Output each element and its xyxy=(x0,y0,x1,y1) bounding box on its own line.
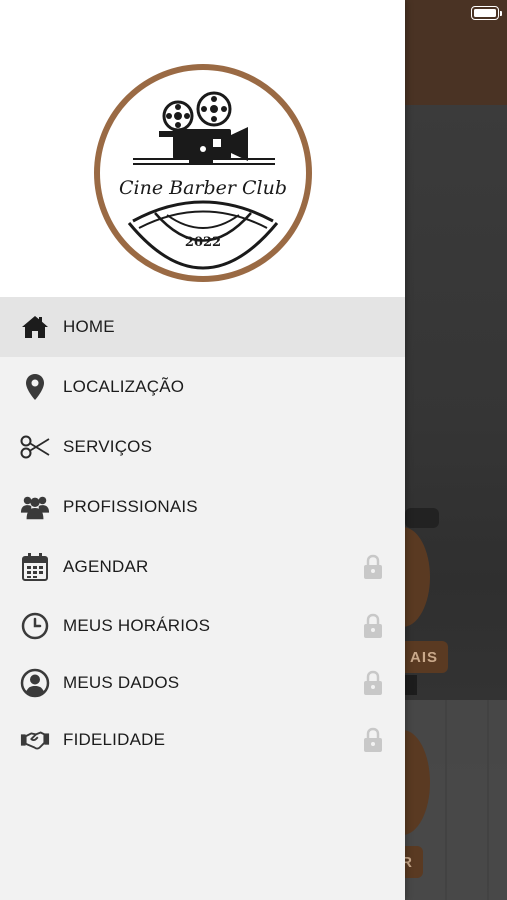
menu-item-schedule[interactable]: AGENDAR xyxy=(0,537,405,597)
home-icon xyxy=(20,312,50,342)
menu-item-my-data[interactable]: MEUS DADOS xyxy=(0,654,405,711)
logo-year-text: 2022 xyxy=(185,235,221,250)
background-chair-base xyxy=(405,675,417,695)
menu-item-home[interactable]: HOME xyxy=(0,297,405,357)
logo-brand-text: Cine Barber Club xyxy=(119,177,287,199)
menu-item-loyalty[interactable]: FIDELIDADE xyxy=(0,711,405,769)
menu-item-label: FIDELIDADE xyxy=(63,730,166,749)
menu-item-label: HOME xyxy=(63,317,115,336)
people-icon xyxy=(20,492,50,522)
menu-item-label: PROFISSIONAIS xyxy=(63,497,198,516)
calendar-icon xyxy=(20,552,50,582)
menu-item-label: SERVIÇOS xyxy=(63,437,153,456)
cine-barber-club-logo: Cine Barber Club 2022 xyxy=(94,64,312,282)
lock-icon xyxy=(364,670,382,695)
menu-item-my-times[interactable]: MEUS HORÁRIOS xyxy=(0,597,405,654)
user-circle-icon xyxy=(20,668,50,698)
menu-item-services[interactable]: SERVIÇOS xyxy=(0,417,405,477)
background-chip-label: AIS xyxy=(409,648,438,666)
menu-item-location[interactable]: LOCALIZAÇÃO xyxy=(0,357,405,417)
menu-item-label: LOCALIZAÇÃO xyxy=(63,377,185,396)
lock-icon xyxy=(364,727,382,752)
location-pin-icon xyxy=(20,372,50,402)
clock-icon xyxy=(20,611,50,641)
lock-icon xyxy=(364,554,382,579)
scissors-icon xyxy=(20,432,50,462)
battery-icon xyxy=(471,6,502,20)
drawer-header: Cine Barber Club 2022 xyxy=(0,0,405,297)
menu-item-professionals[interactable]: PROFISSIONAIS xyxy=(0,477,405,537)
menu-item-label: AGENDAR xyxy=(63,557,149,576)
lock-icon xyxy=(364,613,382,638)
background-chair xyxy=(405,508,439,528)
menu-item-label: MEUS HORÁRIOS xyxy=(63,615,211,635)
handshake-icon xyxy=(20,725,50,755)
menu-item-label: MEUS DADOS xyxy=(63,672,180,692)
drawer-menu: HOME LOCALIZAÇÃO SERVIÇOS PROFISSIONAIS xyxy=(0,297,405,769)
navigation-drawer: Cine Barber Club 2022 HOME LOCALIZAÇÃO S… xyxy=(0,0,405,900)
